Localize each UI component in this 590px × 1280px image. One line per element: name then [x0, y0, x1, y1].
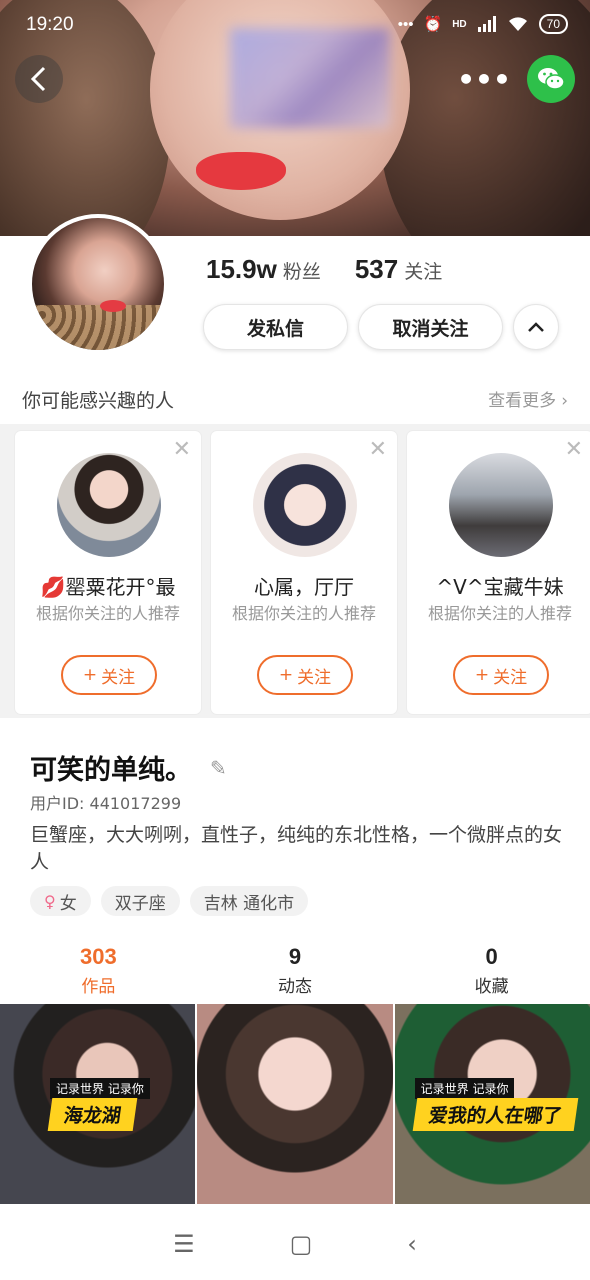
recommend-name: 心属，厅厅: [254, 575, 354, 599]
recommend-card[interactable]: ✕ 💋罂粟花开°最 根据你关注的人推荐 + 关注: [15, 431, 201, 714]
recommend-name: 💋罂粟花开°最: [40, 575, 176, 599]
wechat-share-button[interactable]: [527, 55, 575, 103]
profile-stats: 15.9w 粉丝 537 关注: [206, 254, 442, 285]
nickname-row: 可笑的单纯。 ✎: [30, 748, 227, 787]
caption-small: 记录世界 记录你: [50, 1078, 150, 1099]
unfollow-button[interactable]: 取消关注: [358, 304, 503, 350]
more-dots-icon: •••: [457, 62, 511, 96]
zodiac-tag: 双子座: [100, 886, 180, 916]
status-time: 19:20: [26, 14, 74, 35]
work-thumbnail[interactable]: [197, 1004, 393, 1204]
female-icon: ♀: [44, 891, 56, 911]
work-thumbnail[interactable]: 记录世界 记录你 爱我的人在哪了: [394, 1004, 590, 1204]
recommend-list: ✕ 💋罂粟花开°最 根据你关注的人推荐 + 关注 ✕ 心属，厅厅 根据你关注的人推…: [0, 424, 590, 718]
recommend-avatar[interactable]: [449, 453, 553, 557]
recommend-reason: 根据你关注的人推荐: [35, 604, 180, 623]
recommend-title: 你可能感兴趣的人: [22, 390, 175, 412]
tab-count: 9: [288, 944, 302, 969]
plus-icon: +: [474, 665, 490, 685]
gender-label: 女: [59, 893, 77, 914]
wifi-icon: [508, 17, 527, 31]
back-button[interactable]: [15, 55, 63, 103]
wechat-icon: [538, 68, 565, 90]
profile-panel: 15.9w 粉丝 537 关注 发私信 取消关注 你可能感兴趣的人 查看更多 › ✕…: [0, 214, 590, 1280]
follow-label: 关注: [493, 667, 528, 688]
follow-button[interactable]: + 关注: [453, 655, 549, 695]
follow-label: 关注: [101, 667, 136, 688]
gender-tag: ♀ 女: [30, 886, 91, 916]
collapse-button[interactable]: [513, 304, 559, 350]
plus-icon: +: [82, 665, 98, 685]
tab-moments[interactable]: 9 动态: [197, 944, 394, 1004]
recommend-card[interactable]: ✕ ^V^宝藏牛妹 根据你关注的人推荐 + 关注: [407, 431, 590, 714]
bio: 巨蟹座，大大咧咧，直性子，纯纯的东北性格，一个微胖点的女人: [30, 824, 563, 873]
menu-icon[interactable]: ☰: [173, 1230, 195, 1258]
more-options-button[interactable]: •••: [457, 55, 511, 103]
content-tabs: 303 作品 9 动态 0 收藏: [0, 944, 590, 1007]
caption-small: 记录世界 记录你: [414, 1078, 515, 1099]
following-count: 537: [354, 254, 399, 284]
caption-big: 海龙湖: [47, 1098, 138, 1131]
see-more-link[interactable]: 查看更多 ›: [488, 386, 568, 413]
recommend-card[interactable]: ✕ 心属，厅厅 根据你关注的人推荐 + 关注: [211, 431, 397, 714]
recommend-avatar[interactable]: [253, 453, 357, 557]
follow-button[interactable]: + 关注: [257, 655, 353, 695]
fans-stat[interactable]: 15.9w 粉丝: [206, 254, 321, 285]
works-grid: 记录世界 记录你 海龙湖 记录世界 记录你 爱我的人在哪了: [0, 1004, 590, 1204]
close-icon[interactable]: ✕: [369, 437, 387, 462]
home-icon[interactable]: ▢: [290, 1230, 313, 1258]
plus-icon: +: [278, 665, 294, 685]
close-icon[interactable]: ✕: [173, 437, 191, 462]
location-tag: 吉林 通化市: [189, 886, 309, 916]
send-message-button[interactable]: 发私信: [203, 304, 348, 350]
network-hd-icon: HD: [452, 18, 467, 30]
system-nav-bar: ☰ ▢ ‹: [0, 1208, 590, 1280]
recommend-reason: 根据你关注的人推荐: [231, 604, 376, 623]
chevron-up-icon: [528, 322, 544, 332]
tab-label: 动态: [278, 977, 312, 997]
following-label: 关注: [404, 261, 443, 283]
recommend-header: 你可能感兴趣的人 查看更多 ›: [22, 386, 568, 413]
work-thumbnail[interactable]: 记录世界 记录你 海龙湖: [0, 1004, 196, 1204]
fans-count: 15.9w: [206, 254, 277, 284]
recommend-name: ^V^宝藏牛妹: [436, 575, 564, 599]
tab-works[interactable]: 303 作品: [0, 944, 197, 1007]
status-bar: 19:20 ••• ⏰ HD 70: [0, 0, 590, 54]
tab-label: 作品: [81, 977, 116, 997]
following-stat[interactable]: 537 关注: [355, 254, 442, 285]
fans-label: 粉丝: [282, 261, 321, 283]
chevron-left-icon: [30, 66, 46, 92]
close-icon[interactable]: ✕: [565, 437, 583, 462]
profile-tags: ♀ 女 双子座 吉林 通化市: [30, 886, 309, 916]
user-id: 用户ID: 441017299: [30, 794, 182, 813]
see-more-label: 查看更多: [488, 391, 557, 411]
tab-label: 收藏: [474, 977, 509, 997]
back-nav-icon[interactable]: ‹: [407, 1230, 417, 1258]
caption-big: 爱我的人在哪了: [412, 1098, 578, 1131]
nickname: 可笑的单纯。: [30, 755, 192, 786]
follow-button[interactable]: + 关注: [61, 655, 157, 695]
alarm-icon: ⏰: [423, 16, 443, 33]
edit-icon[interactable]: ✎: [210, 756, 227, 780]
battery-icon: 70: [538, 14, 568, 34]
recommend-reason: 根据你关注的人推荐: [427, 604, 572, 623]
follow-label: 关注: [297, 667, 332, 688]
avatar[interactable]: [28, 214, 168, 354]
signal-dots-icon: •••: [397, 15, 414, 33]
tab-count: 0: [485, 944, 498, 969]
tab-count: 303: [79, 944, 117, 969]
tab-favorites[interactable]: 0 收藏: [393, 944, 590, 1004]
chevron-right-icon: ›: [561, 391, 568, 411]
signal-bars-icon: [477, 16, 496, 32]
recommend-avatar[interactable]: [57, 453, 161, 557]
